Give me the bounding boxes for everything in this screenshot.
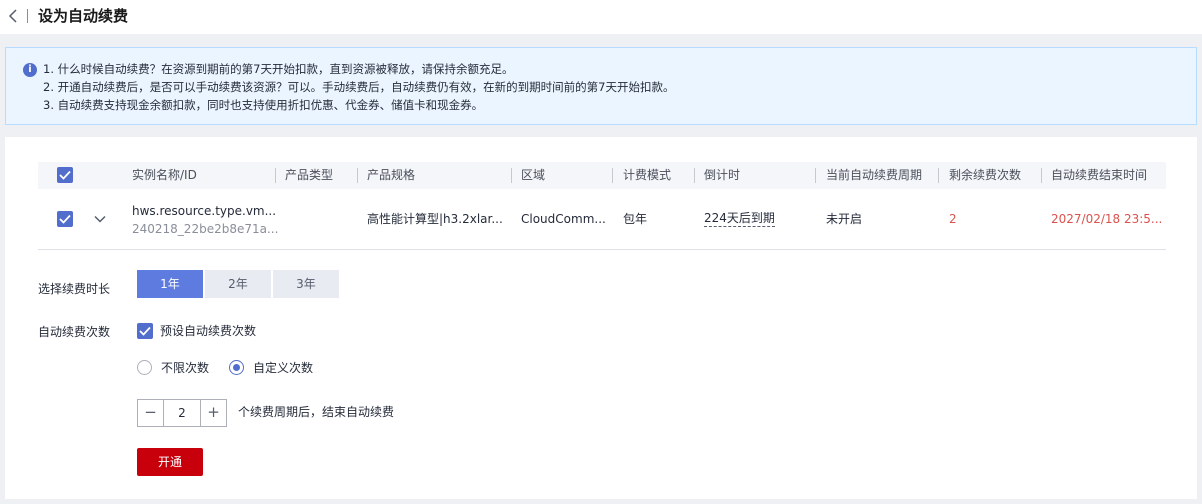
notice-line-2: 2. 开通自动续费后，是否可以手动续费该资源？可以。手动续费后，自动续费仍有效，… (43, 80, 675, 94)
check-icon (59, 214, 71, 224)
duration-3-year-button[interactable]: 3年 (273, 270, 339, 298)
count-stepper: − 2 + (137, 399, 227, 427)
custom-count-radio[interactable] (229, 360, 244, 375)
product-spec: 高性能计算型|h3.2xlar... (367, 212, 503, 226)
stepper-suffix: 个续费周期后，结束自动续费 (238, 405, 395, 419)
duration-2-year-button[interactable]: 2年 (205, 270, 271, 298)
page-title: 设为自动续费 (38, 7, 129, 25)
col-divider (815, 168, 816, 183)
col-divider (612, 168, 613, 183)
notice-line-1: 1. 什么时候自动续费？在资源到期前的第7天开始扣款，直到资源被释放，请保持余额… (43, 62, 514, 76)
col-product-spec: 产品规格 (367, 168, 416, 182)
col-remaining-count: 剩余续费次数 (949, 168, 1022, 182)
header-divider (27, 9, 28, 23)
instance-name[interactable]: hws.resource.type.vm... (132, 202, 276, 220)
notice-line-3: 3. 自动续费支持现金余额扣款，同时也支持使用折扣优惠、代金券、储值卡和现金券。 (43, 98, 484, 112)
instance-id: 240218_22be2b8e71a... (132, 222, 279, 236)
col-divider (511, 168, 512, 183)
col-divider (694, 168, 695, 183)
unlimited-count-radio[interactable] (137, 360, 152, 375)
end-time: 2027/02/18 23:5... (1051, 212, 1163, 226)
col-divider (1041, 168, 1042, 183)
countdown[interactable]: 224天后到期 (704, 211, 775, 227)
renewal-cycle: 未开启 (826, 212, 863, 226)
region: CloudComm... (521, 212, 606, 226)
preset-count-label: 预设自动续费次数 (160, 324, 257, 338)
check-icon (139, 326, 151, 336)
unlimited-count-label: 不限次数 (161, 361, 210, 375)
count-value-input[interactable]: 2 (164, 400, 200, 426)
table-row: hws.resource.type.vm... 240218_22be2b8e7… (38, 189, 1166, 250)
col-billing-mode: 计费模式 (623, 168, 672, 182)
table-header: 实例名称/ID 产品类型 产品规格 区域 计费模式 倒计时 当前自动续费周期 剩… (38, 162, 1166, 189)
custom-count-label: 自定义次数 (253, 361, 314, 375)
check-icon (59, 170, 71, 180)
increment-button[interactable]: + (200, 400, 226, 426)
col-divider (275, 168, 276, 183)
col-instance-name: 实例名称/ID (132, 168, 197, 182)
renewal-count-label: 自动续费次数 (38, 325, 111, 339)
enable-button[interactable]: 开通 (137, 448, 203, 476)
renewal-card: 实例名称/ID 产品类型 产品规格 区域 计费模式 倒计时 当前自动续费周期 剩… (5, 137, 1197, 499)
col-end-time: 自动续费结束时间 (1051, 168, 1148, 182)
back-arrow-icon[interactable] (6, 7, 20, 25)
col-region: 区域 (521, 168, 546, 182)
info-notice: i 1. 什么时候自动续费？在资源到期前的第7天开始扣款，直到资源被释放，请保持… (5, 47, 1197, 125)
duration-1-year-button[interactable]: 1年 (137, 270, 203, 298)
col-product-type: 产品类型 (285, 168, 334, 182)
decrement-button[interactable]: − (138, 400, 164, 426)
preset-count-checkbox[interactable] (137, 323, 153, 339)
chevron-down-icon[interactable] (94, 215, 106, 223)
row-checkbox[interactable] (57, 211, 73, 227)
col-divider (357, 168, 358, 183)
col-countdown: 倒计时 (704, 168, 741, 182)
page-header: 设为自动续费 (0, 0, 1202, 34)
info-icon: i (23, 63, 37, 77)
col-renewal-cycle: 当前自动续费周期 (826, 168, 923, 182)
remaining-count: 2 (949, 212, 957, 226)
select-all-checkbox[interactable] (57, 167, 73, 183)
col-divider (938, 168, 939, 183)
billing-mode: 包年 (623, 212, 648, 226)
duration-label: 选择续费时长 (38, 282, 111, 296)
